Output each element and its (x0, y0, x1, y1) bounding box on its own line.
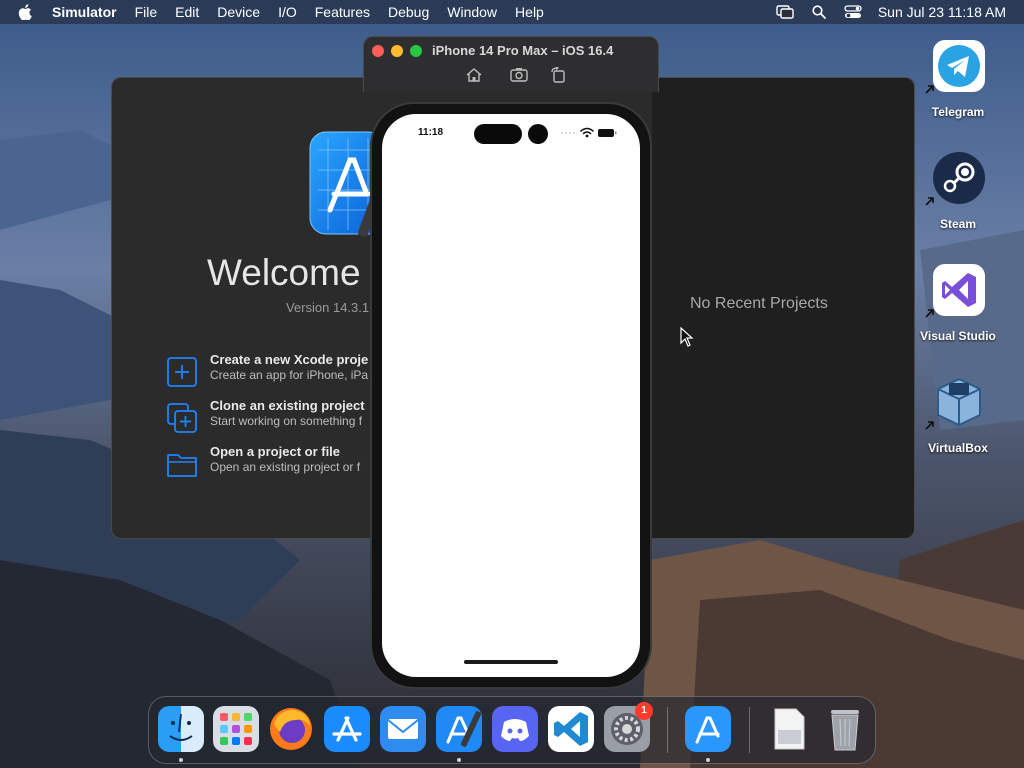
desktop-virtualbox[interactable]: VirtualBox (908, 375, 1008, 479)
menu-app-name[interactable]: Simulator (52, 4, 117, 20)
action-subtitle: Create an app for iPhone, iPa (210, 368, 369, 382)
menu-file[interactable]: File (135, 4, 158, 20)
action-title: Open a project or file (210, 444, 341, 459)
desktop-item-label: VirtualBox (928, 441, 988, 455)
menu-bar-extras: Sun Jul 23 11:18 AM (760, 0, 1006, 24)
rotate-device-icon[interactable] (550, 67, 568, 83)
dock: 1 (148, 696, 876, 764)
dynamic-island (474, 124, 522, 144)
desktop-item-label: Telegram (931, 105, 985, 119)
mouse-pointer-icon (680, 327, 694, 347)
iphone-screen[interactable]: 11:18 (382, 114, 640, 677)
status-bar-time: 11:18 (418, 127, 444, 138)
screen-mirroring-icon[interactable] (776, 4, 794, 20)
menu-io[interactable]: I/O (278, 4, 297, 20)
virtualbox-icon (937, 377, 981, 427)
menu-window[interactable]: Window (447, 4, 497, 20)
dock-trash-icon[interactable] (822, 706, 868, 752)
menu-bar: Simulator File Edit Device I/O Features … (0, 0, 1024, 24)
alias-arrow-icon (925, 85, 934, 94)
dock-firefox-icon[interactable] (268, 706, 314, 752)
apple-menu-icon[interactable] (18, 4, 34, 20)
control-center-icon[interactable] (844, 4, 862, 20)
dock-app-store-icon[interactable] (324, 706, 370, 752)
menu-edit[interactable]: Edit (175, 4, 199, 20)
folder-icon (167, 454, 197, 477)
wifi-icon (580, 127, 594, 135)
dock-separator (749, 707, 750, 753)
plus-square-icon (167, 357, 197, 387)
menu-features[interactable]: Features (315, 4, 370, 20)
simulator-device-title: iPhone 14 Pro Max – iOS 16.4 (432, 43, 614, 58)
xcode-version: Version 14.3.1 (286, 300, 370, 315)
alias-arrow-icon (925, 197, 934, 206)
status-bar-icons (561, 127, 617, 138)
action-subtitle: Open an existing project or f (210, 460, 361, 474)
desktop-steam[interactable]: Steam (908, 151, 1008, 255)
home-indicator[interactable] (464, 660, 558, 664)
running-indicator (179, 758, 183, 762)
front-camera (528, 124, 548, 144)
no-recent-projects-label: No Recent Projects (690, 295, 828, 312)
visual-studio-icon (933, 264, 985, 316)
dock-discord-icon[interactable] (492, 706, 538, 752)
running-indicator (457, 758, 461, 762)
dock-xcode-icon[interactable] (436, 706, 482, 752)
dock-simulator-icon[interactable] (685, 706, 731, 752)
desktop-visual-studio[interactable]: Visual Studio (908, 263, 1008, 367)
menu-help[interactable]: Help (515, 4, 544, 20)
desktop-telegram[interactable]: Telegram (908, 39, 1008, 143)
iphone-simulator-device: 11:18 (370, 102, 652, 689)
dock-separator (667, 707, 668, 753)
screenshot-camera-icon[interactable] (510, 67, 528, 83)
battery-icon (598, 129, 614, 137)
desktop-item-label: Steam (939, 217, 977, 231)
desktop-item-label: Visual Studio (920, 329, 996, 343)
dock-vscode-icon[interactable] (548, 706, 594, 752)
notification-badge: 1 (635, 702, 653, 720)
menu-debug[interactable]: Debug (388, 4, 429, 20)
alias-arrow-icon (925, 421, 934, 430)
dock-launchpad-icon[interactable] (213, 706, 259, 752)
home-icon[interactable] (465, 67, 483, 83)
telegram-icon (933, 40, 985, 92)
recent-projects-panel: No Recent Projects (652, 78, 914, 538)
clone-plus-icon (167, 403, 197, 433)
action-title: Clone an existing project (210, 398, 365, 413)
dock-finder-icon[interactable] (158, 706, 204, 752)
spotlight-search-icon[interactable] (810, 4, 828, 20)
zoom-window-button[interactable] (410, 45, 422, 57)
simulator-titlebar: iPhone 14 Pro Max – iOS 16.4 (363, 36, 659, 92)
action-title: Create a new Xcode proje (210, 352, 369, 367)
running-indicator (706, 758, 710, 762)
menu-device[interactable]: Device (217, 4, 260, 20)
alias-arrow-icon (925, 309, 934, 318)
dock-document-icon[interactable] (766, 706, 812, 752)
welcome-title: Welcome t (207, 252, 382, 293)
cellular-signal-icon (561, 132, 575, 134)
action-subtitle: Start working on something f (210, 414, 363, 428)
dock-mail-icon[interactable] (380, 706, 426, 752)
menu-clock[interactable]: Sun Jul 23 11:18 AM (878, 4, 1006, 20)
minimize-window-button[interactable] (391, 45, 403, 57)
steam-icon (933, 152, 985, 204)
close-window-button[interactable] (372, 45, 384, 57)
